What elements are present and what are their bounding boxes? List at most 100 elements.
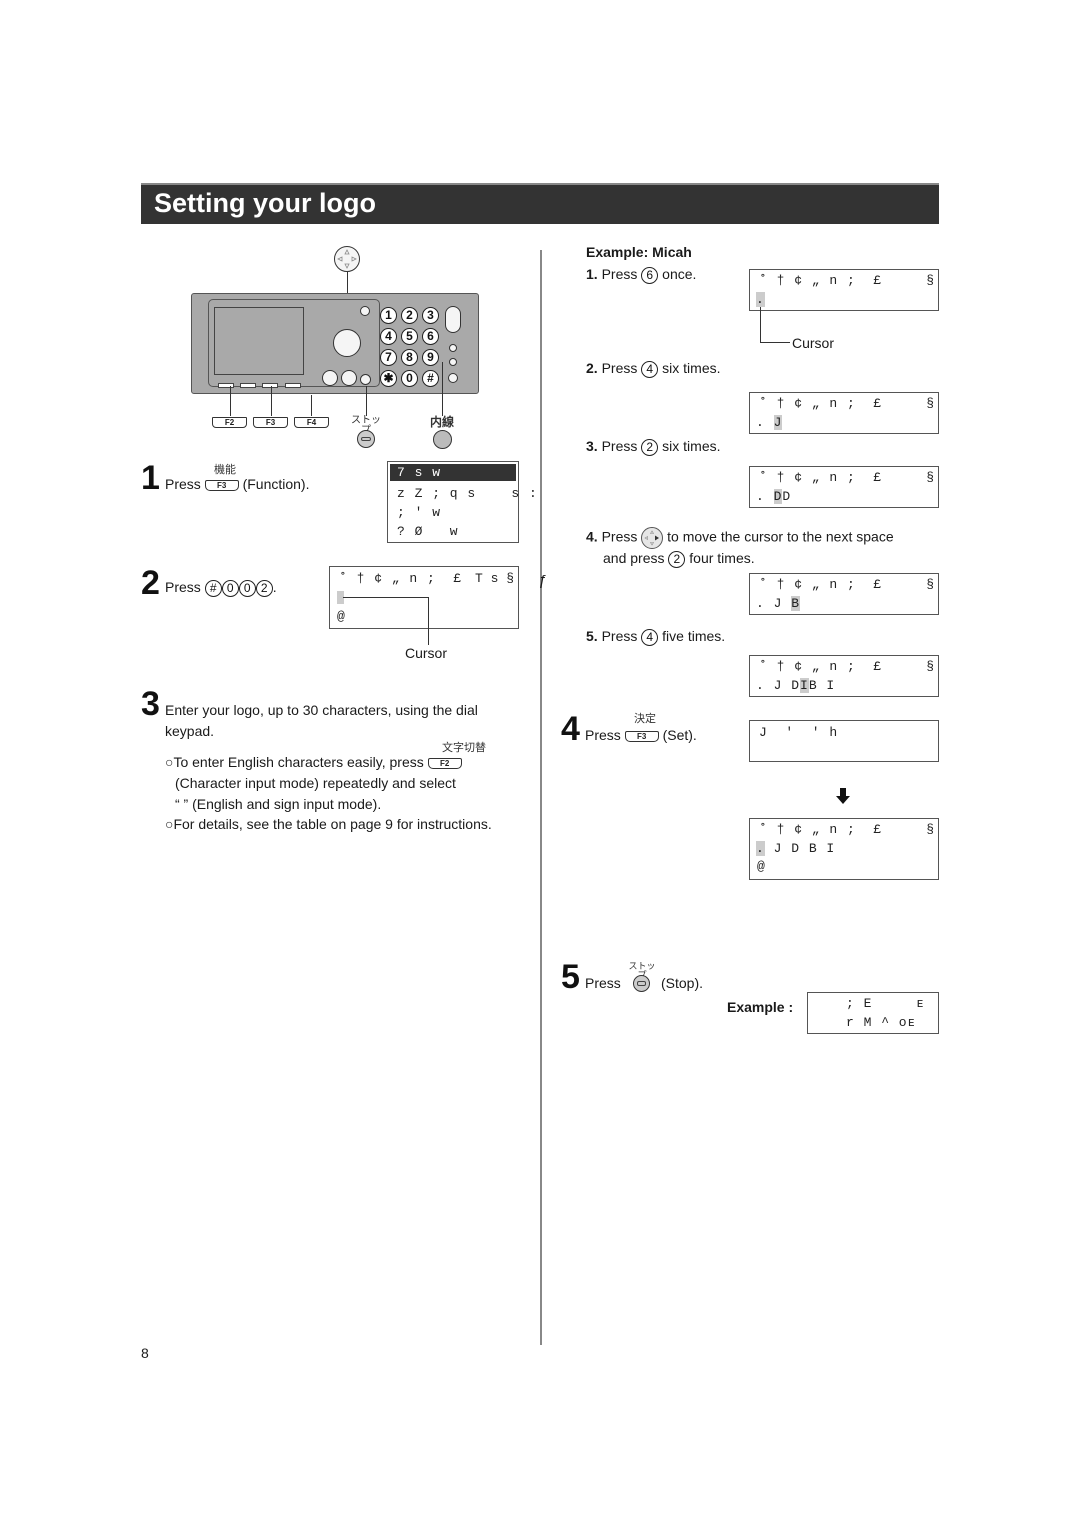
substep-number: 5. xyxy=(586,628,598,644)
device-button-f4 xyxy=(285,383,301,388)
press-text: Press xyxy=(165,476,201,492)
fkey-f4-label: F4 xyxy=(294,417,329,428)
device-button-f1 xyxy=(218,383,234,388)
lcd-display-substep-2: ˚ † ¢ „ n ; £ § . J xyxy=(749,392,939,434)
substep-text: six times. xyxy=(662,360,721,376)
substep-number: 2. xyxy=(586,360,598,376)
device-key: 3 xyxy=(422,307,439,324)
lcd-row: ˚ † ¢ „ n ; £ xyxy=(339,571,463,586)
device-key: 1 xyxy=(380,307,397,324)
page-title-bar: Setting your logo xyxy=(141,183,939,224)
substep-5-text: 5. Press 4 five times. xyxy=(586,628,725,646)
example-label: Example : xyxy=(727,999,794,1015)
cursor-callout-line xyxy=(343,597,429,598)
lcd-text: . J D xyxy=(756,678,801,693)
function-key-jp-label: 機能 xyxy=(214,464,236,476)
device-round-button xyxy=(448,373,458,383)
example-title: Example: Micah xyxy=(586,244,692,260)
step-4-text: Press F3 (Set). xyxy=(585,727,697,743)
cursor-label: Cursor xyxy=(405,645,448,661)
cursor-callout-line xyxy=(760,307,761,343)
key-4-icon: 4 xyxy=(641,628,659,646)
lcd-header-row: ˚ † ¢ „ n ; £ xyxy=(759,659,883,674)
substep-number: 1. xyxy=(586,266,598,282)
lcd-display-saved: J ' ' h xyxy=(749,720,939,762)
lcd-text: D xyxy=(782,489,792,504)
lcd-cursor: . xyxy=(756,841,765,856)
step-3-bullet-1: ○To enter English characters easily, pre… xyxy=(165,754,462,770)
lcd-row: r M ^ ᴏᴇ xyxy=(846,1015,917,1030)
step-4-number: 4 xyxy=(561,710,580,748)
key-2-icon: 2 xyxy=(641,438,659,456)
device-key: 0 xyxy=(401,370,418,387)
lcd-header-right: § xyxy=(926,273,934,288)
lcd-text: B I xyxy=(808,678,836,693)
lcd-display-substep-5: ˚ † ¢ „ n ; £ § . J DIB I xyxy=(749,655,939,697)
substep-2-text: 2. Press 4 six times. xyxy=(586,360,721,378)
nav-arrows-icon xyxy=(337,249,357,269)
device-key: ✱ xyxy=(380,370,397,387)
lcd-display-substep-4: ˚ † ¢ „ n ; £ § . J B xyxy=(749,573,939,615)
fkey-f3-label: F3 xyxy=(253,417,288,428)
step-3-bullet-1-cont: “ ” (English and sign input mode). xyxy=(175,796,382,812)
lcd-row-3: @ xyxy=(757,859,766,874)
callout-line xyxy=(311,395,312,416)
page-number: 8 xyxy=(141,1345,149,1361)
device-key: 4 xyxy=(380,328,397,345)
key-2-icon: 2 xyxy=(668,550,686,568)
device-intercom-button xyxy=(449,358,457,366)
lcd-row-2: . J xyxy=(756,415,783,430)
key-6-icon: 6 xyxy=(641,266,659,284)
intercom-button-icon xyxy=(433,430,452,449)
substep-text: four times. xyxy=(689,550,755,566)
bullet-text: ○To enter English characters easily, pre… xyxy=(165,754,424,770)
substep-4-text-cont: and press 2 four times. xyxy=(603,550,755,568)
f2-key-icon: F2 xyxy=(427,757,462,769)
fkey-f2-label: F2 xyxy=(212,417,247,428)
lcd-header-right: § xyxy=(926,659,934,674)
lcd-header-row: ˚ † ¢ „ n ; £ xyxy=(759,577,883,592)
step-3-bullet-1-cont: (Character input mode) repeatedly and se… xyxy=(175,775,456,791)
lcd-row-right: T s § xyxy=(474,571,514,586)
stop-button-icon xyxy=(633,975,650,992)
press-text: Press xyxy=(585,727,621,743)
device-button-f3 xyxy=(262,383,278,388)
device-led xyxy=(449,344,457,352)
press-text: Press xyxy=(601,438,638,454)
lcd-cursor: J xyxy=(773,415,783,430)
callout-line xyxy=(230,386,231,416)
lcd-header-right: § xyxy=(926,396,934,411)
callout-line xyxy=(271,386,272,416)
lcd-text: . xyxy=(756,415,774,430)
key-0-icon: 0 xyxy=(221,579,239,597)
f3-key-icon: F3 xyxy=(204,479,239,491)
lcd-display-substep-3: ˚ † ¢ „ n ; £ § . DD xyxy=(749,466,939,508)
lcd-header-row: ˚ † ¢ „ n ; £ xyxy=(759,273,883,288)
function-text: (Function). xyxy=(242,476,310,492)
step-5-suffix: (Stop). xyxy=(661,975,704,991)
lcd-header-row: ˚ † ¢ „ n ; £ xyxy=(759,822,883,837)
stop-button-icon xyxy=(357,430,375,448)
lcd-cursor: B xyxy=(791,596,801,611)
press-text: Press xyxy=(601,628,638,644)
device-round-button xyxy=(322,370,338,386)
substep-1-text: 1. Press 6 once. xyxy=(586,266,696,284)
lcd-cursor: I xyxy=(800,678,809,693)
right-arrow-icon xyxy=(644,530,660,546)
substep-text: five times. xyxy=(662,628,726,644)
stray-glyph: ƒ xyxy=(538,572,547,589)
step-1-number: 1 xyxy=(141,459,160,497)
lcd-row-2: . xyxy=(756,292,765,307)
lcd-text: . J xyxy=(756,596,792,611)
lcd-header-right: § xyxy=(926,470,934,485)
lcd-row: ; ' w xyxy=(397,505,442,520)
nav-right-key-icon xyxy=(641,527,664,549)
lcd-row: ? Ø w xyxy=(397,524,459,539)
step-3-bullet-2: ○For details, see the table on page 9 fo… xyxy=(165,816,492,832)
lcd-cursor: . xyxy=(756,292,765,307)
device-stop-button xyxy=(360,374,371,385)
device-key: 7 xyxy=(380,349,397,366)
lcd-text: J D B I xyxy=(764,841,836,856)
step-5-number: 5 xyxy=(561,958,580,996)
lcd-row: @ xyxy=(337,609,346,624)
